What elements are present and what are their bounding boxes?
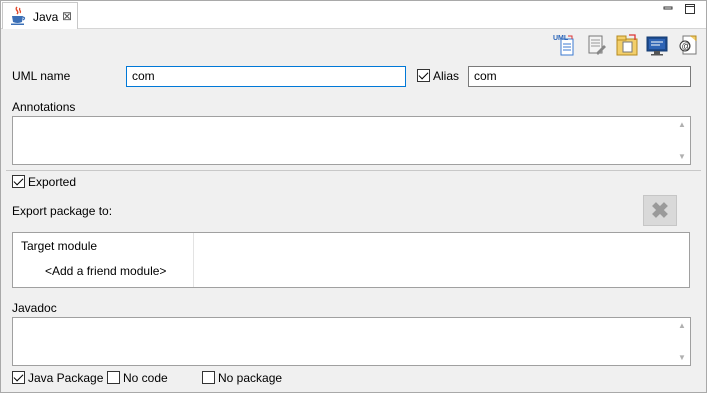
annotations-label: Annotations xyxy=(12,100,76,114)
edit-document-icon[interactable] xyxy=(586,33,608,57)
table-header: Target module xyxy=(21,239,98,253)
column-divider xyxy=(193,233,194,287)
exported-checkbox[interactable] xyxy=(12,175,25,188)
javadoc-textarea[interactable]: ▲ ▼ xyxy=(12,317,691,366)
javadoc-scrollbar[interactable]: ▲ ▼ xyxy=(675,319,689,364)
java-package-checkbox[interactable] xyxy=(12,371,25,384)
folder-document-icon[interactable] xyxy=(615,33,638,57)
no-package-label: No package xyxy=(218,371,283,385)
uml-name-label: UML name xyxy=(12,69,71,83)
scroll-down-icon[interactable]: ▼ xyxy=(675,152,689,161)
maximize-icon[interactable] xyxy=(683,3,697,17)
close-icon[interactable]: ⊠ xyxy=(62,9,72,23)
separator xyxy=(6,170,701,171)
target-module-table: Target module <Add a friend module> xyxy=(12,232,690,288)
tab-java[interactable]: Java ⊠ xyxy=(2,2,78,29)
monitor-icon[interactable] xyxy=(646,33,668,57)
svg-text:@: @ xyxy=(682,41,691,51)
add-friend-module-row[interactable]: <Add a friend module> xyxy=(45,264,166,278)
no-code-checkbox[interactable] xyxy=(107,371,120,384)
scroll-down-icon[interactable]: ▼ xyxy=(675,353,689,362)
tab-strip xyxy=(1,1,706,29)
scroll-up-icon[interactable]: ▲ xyxy=(675,321,689,330)
annotations-textarea[interactable]: ▲ ▼ xyxy=(12,116,691,165)
exported-label: Exported xyxy=(28,175,77,189)
export-package-label: Export package to: xyxy=(12,204,113,218)
delete-button[interactable]: ✖ xyxy=(643,195,677,226)
annotations-scrollbar[interactable]: ▲ ▼ xyxy=(675,118,689,163)
uml-badge: UML xyxy=(553,35,569,42)
tab-title: Java xyxy=(33,10,59,24)
javadoc-label: Javadoc xyxy=(12,301,57,315)
java-package-label: Java Package xyxy=(28,371,104,385)
java-cup-icon xyxy=(9,6,27,26)
no-code-label: No code xyxy=(123,371,168,385)
alias-input[interactable]: com xyxy=(468,66,691,87)
uml-name-input[interactable]: com xyxy=(126,66,406,87)
annotation-document-icon[interactable]: @ xyxy=(677,33,699,57)
alias-label: Alias xyxy=(433,69,460,83)
minimize-icon[interactable] xyxy=(661,3,675,17)
uml-document-icon[interactable]: UML xyxy=(553,33,575,57)
no-package-checkbox[interactable] xyxy=(202,371,215,384)
alias-checkbox[interactable] xyxy=(417,69,430,82)
scroll-up-icon[interactable]: ▲ xyxy=(675,120,689,129)
